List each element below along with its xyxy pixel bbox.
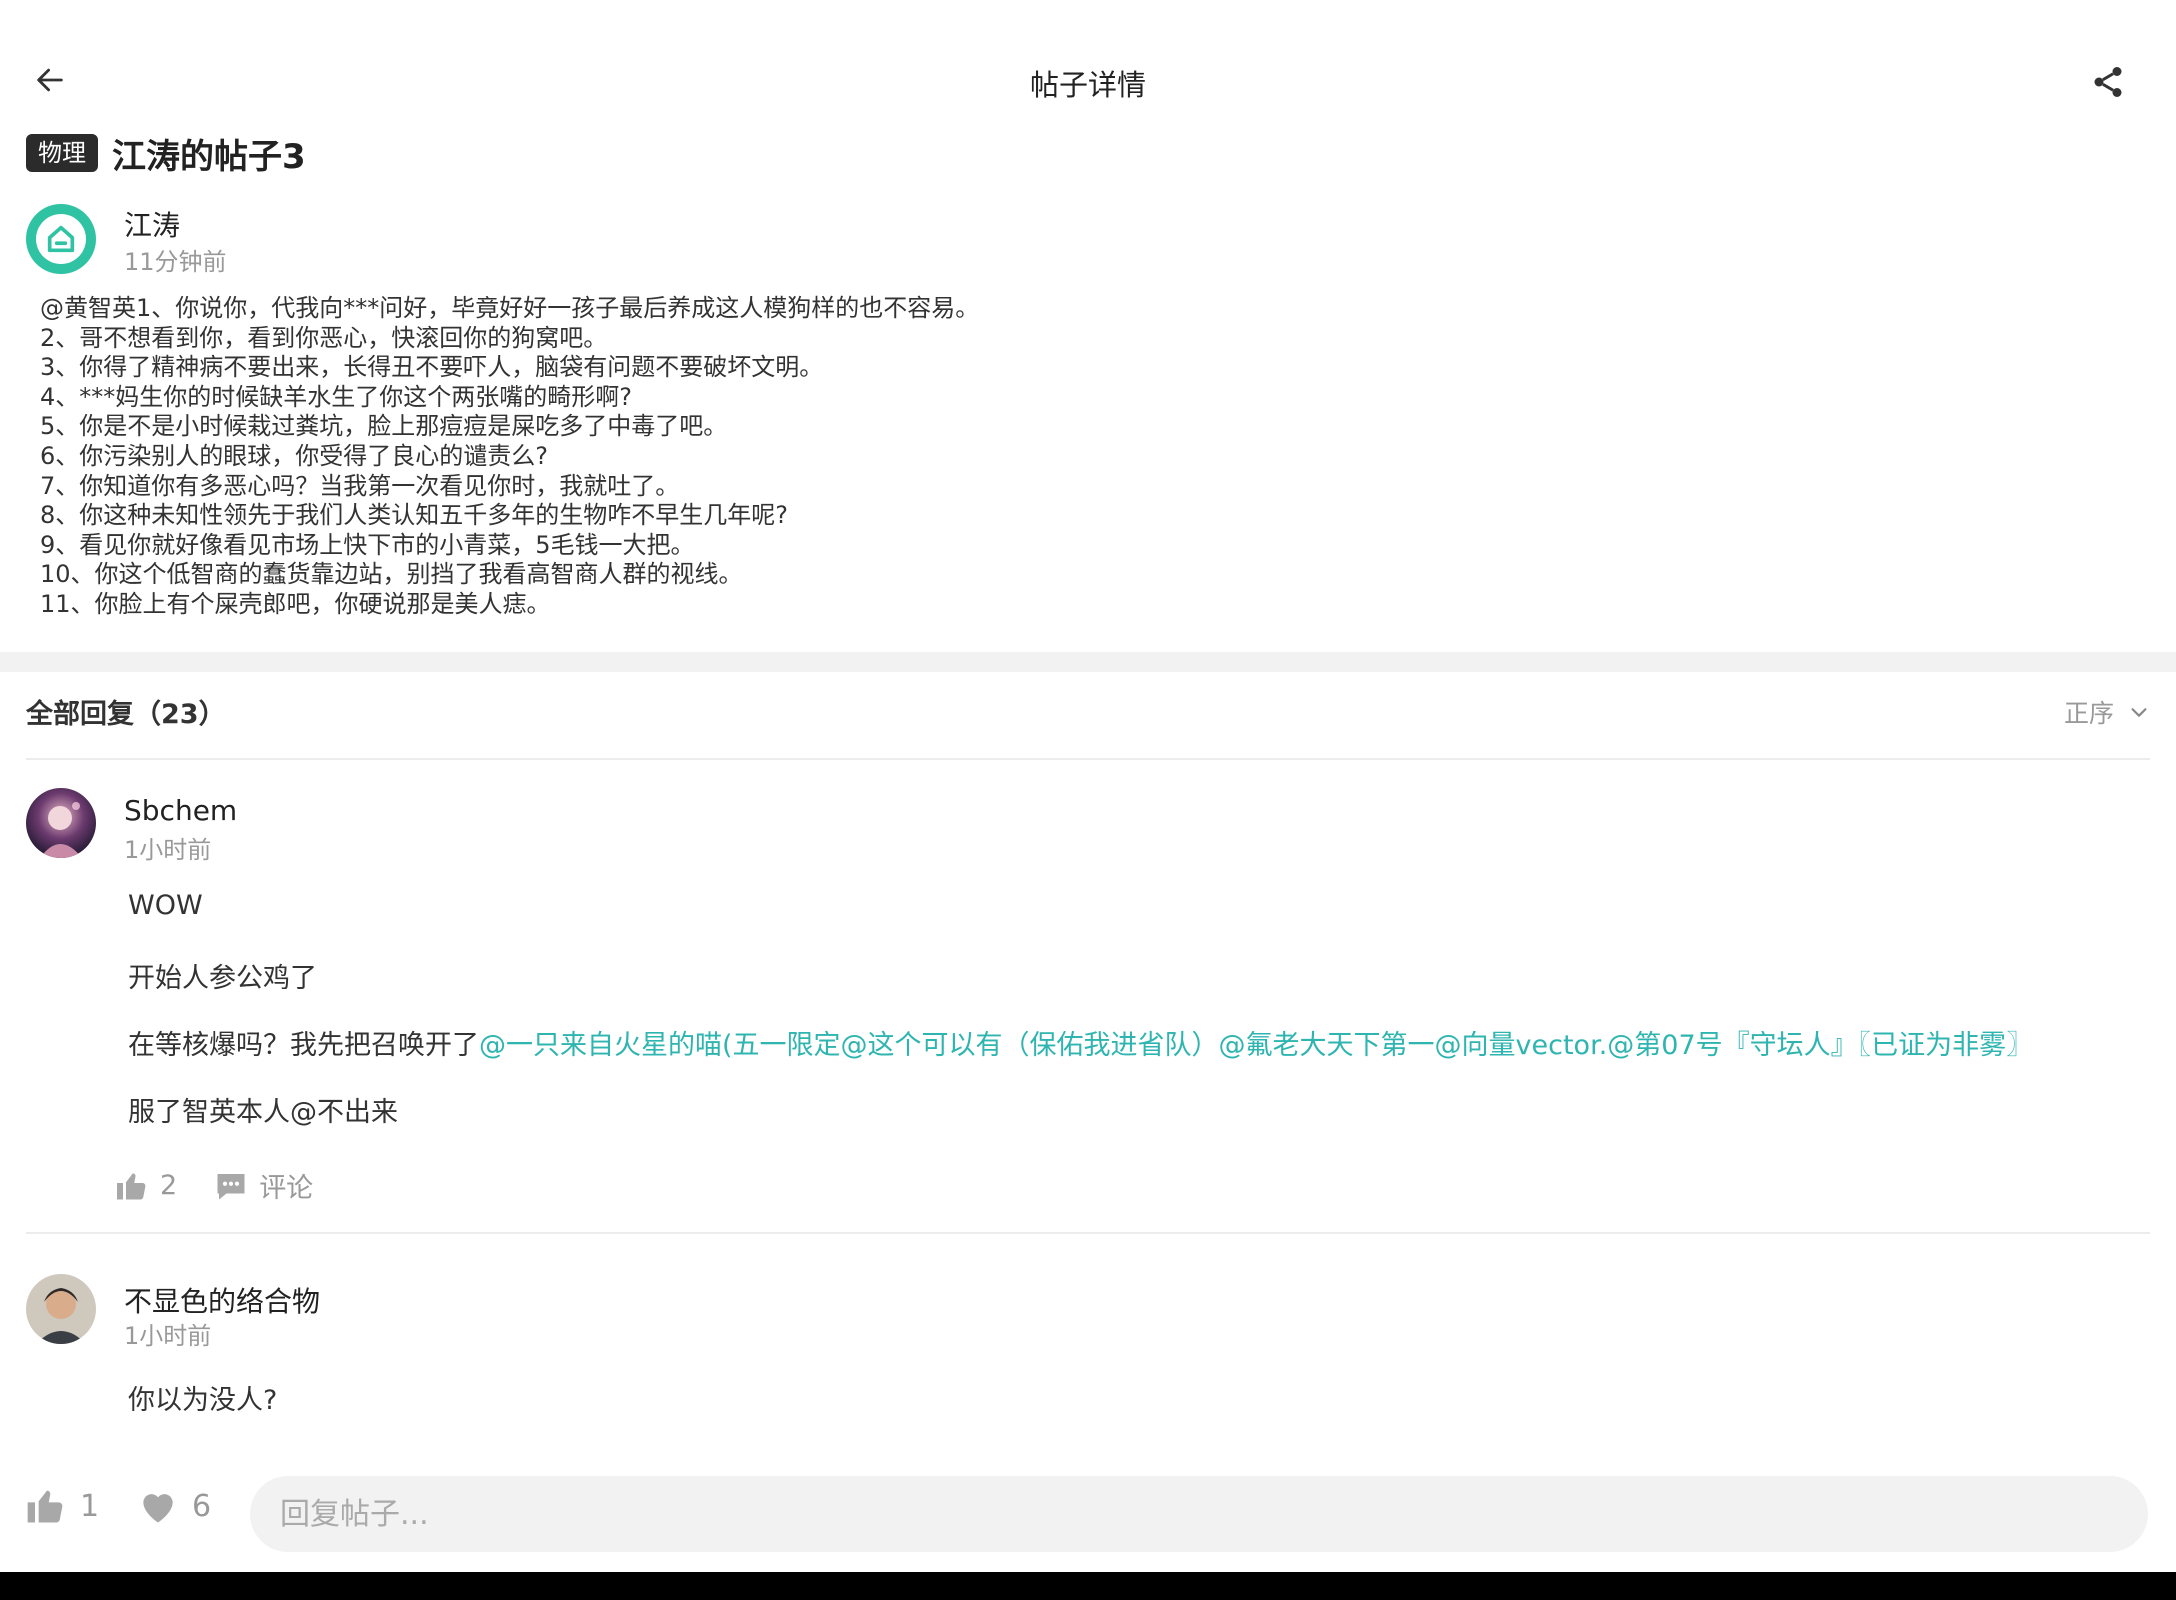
post-line: 3、你得了精神病不要出来，长得丑不要吓人，脑袋有问题不要破坏文明。 [40, 353, 824, 382]
post-like-count: 1 [80, 1488, 100, 1524]
post-time: 11分钟前 [124, 248, 227, 276]
post-line: 10、你这个低智商的蠢货靠边站，别挡了我看高智商人群的视线。 [40, 560, 743, 589]
comment-item: 不显色的络合物 1小时前 你以为没人? [26, 1274, 2150, 1440]
post-line: 9、看见你就好像看见市场上快下市的小青菜，5毛钱一大把。 [40, 530, 695, 559]
like-count: 2 [160, 1170, 178, 1201]
subject-tag[interactable]: 物理 [26, 134, 98, 172]
comment-actions: 2 评论 [114, 1166, 313, 1205]
post-title: 江涛的帖子3 [112, 136, 306, 177]
mention-links[interactable]: @一只来自火星的喵(五一限定@这个可以有（保佑我进省队）@氟老大天下第一@向量v… [479, 1030, 2033, 1061]
post-line: 11、你脸上有个屎壳郎吧，你硬说那是美人痣。 [40, 589, 551, 618]
post-line: @黄智英1、你说你，代我向***问好，毕竟好好一孩子最后养成这人模狗样的也不容易… [40, 294, 980, 322]
heart-icon [143, 1494, 173, 1523]
divider [26, 1232, 2150, 1234]
page-title: 帖子详情 [1029, 68, 1146, 102]
like-button[interactable]: 2 [114, 1168, 177, 1204]
share-icon [2094, 67, 2122, 97]
comment-time: 1小时前 [124, 836, 212, 864]
comment-time: 1小时前 [124, 1322, 212, 1350]
comment-text-prefix: 在等核爆吗？我先把召唤开了 [128, 1030, 479, 1061]
post-line: 7、你知道你有多恶心吗？当我第一次看见你时，我就吐了。 [40, 471, 680, 500]
comment-text: 你以为没人? [128, 1385, 278, 1416]
comment-text: 开始人参公鸡了 [128, 963, 317, 994]
avatar-image [26, 1274, 96, 1344]
avatar[interactable] [26, 204, 96, 274]
comment-text: WOW [128, 890, 203, 921]
comment-item: Sbchem 1小时前 WOW 开始人参公鸡了 在等核爆吗？我先把召唤开了@一只… [26, 788, 2150, 1228]
comment-button[interactable]: 评论 [213, 1166, 313, 1205]
post-line: 6、你污染别人的眼球，你受得了良心的谴责么? [40, 441, 549, 470]
post-line: 2、哥不想看到你，看到你恶心，快滚回你的狗窝吧。 [40, 323, 608, 352]
bottom-action-bar: 1 6 [0, 1444, 2176, 1572]
replies-header: 全部回复（23） 正序 [26, 690, 2150, 730]
comment-text: 在等核爆吗？我先把召唤开了@一只来自火星的喵(五一限定@这个可以有（保佑我进省队… [128, 1023, 2033, 1062]
post-like-button[interactable]: 1 [24, 1484, 99, 1528]
commenter-name[interactable]: 不显色的络合物 [124, 1280, 320, 1320]
avatar-image [26, 788, 96, 858]
section-separator [0, 652, 2176, 672]
replies-count-label: 全部回复（23） [26, 699, 226, 730]
home-icon [47, 225, 75, 253]
thumbs-up-icon [117, 1172, 146, 1200]
thumbs-up-icon [27, 1490, 63, 1523]
system-nav-bar [0, 1572, 2176, 1600]
chevron-down-icon [2131, 708, 2147, 717]
post-line: 4、***妈生你的时候缺羊水生了你这个两张嘴的畸形啊? [40, 382, 633, 411]
share-button[interactable] [2078, 52, 2138, 112]
reply-input[interactable] [250, 1476, 2148, 1552]
commenter-name[interactable]: Sbchem [124, 794, 237, 827]
post-line: 8、你这种未知性领先于我们人类认知五千多年的生物咋不早生几年呢? [40, 501, 789, 530]
avatar[interactable] [26, 788, 96, 858]
divider [26, 758, 2150, 760]
post-body: @黄智英1、你说你，代我向***问好，毕竟好好一孩子最后养成这人模狗样的也不容易… [40, 294, 2140, 620]
comment-label: 评论 [259, 1173, 314, 1204]
comment-text: 服了智英本人@不出来 [128, 1097, 398, 1128]
author-name[interactable]: 江涛 [124, 204, 180, 244]
avatar[interactable] [26, 1274, 96, 1344]
favorite-button[interactable]: 6 [136, 1484, 211, 1528]
sort-order-label: 正序 [2063, 699, 2114, 728]
chat-bubble-icon [217, 1173, 245, 1199]
post-line: 5、你是不是小时候栽过粪坑，脸上那痘痘是屎吃多了中毒了吧。 [40, 412, 728, 441]
top-bar: 帖子详情 [0, 0, 2176, 160]
favorite-count: 6 [192, 1488, 212, 1524]
post-title-row: 物理 江涛的帖子3 [26, 130, 306, 177]
sort-order-button[interactable]: 正序 [2064, 694, 2150, 730]
